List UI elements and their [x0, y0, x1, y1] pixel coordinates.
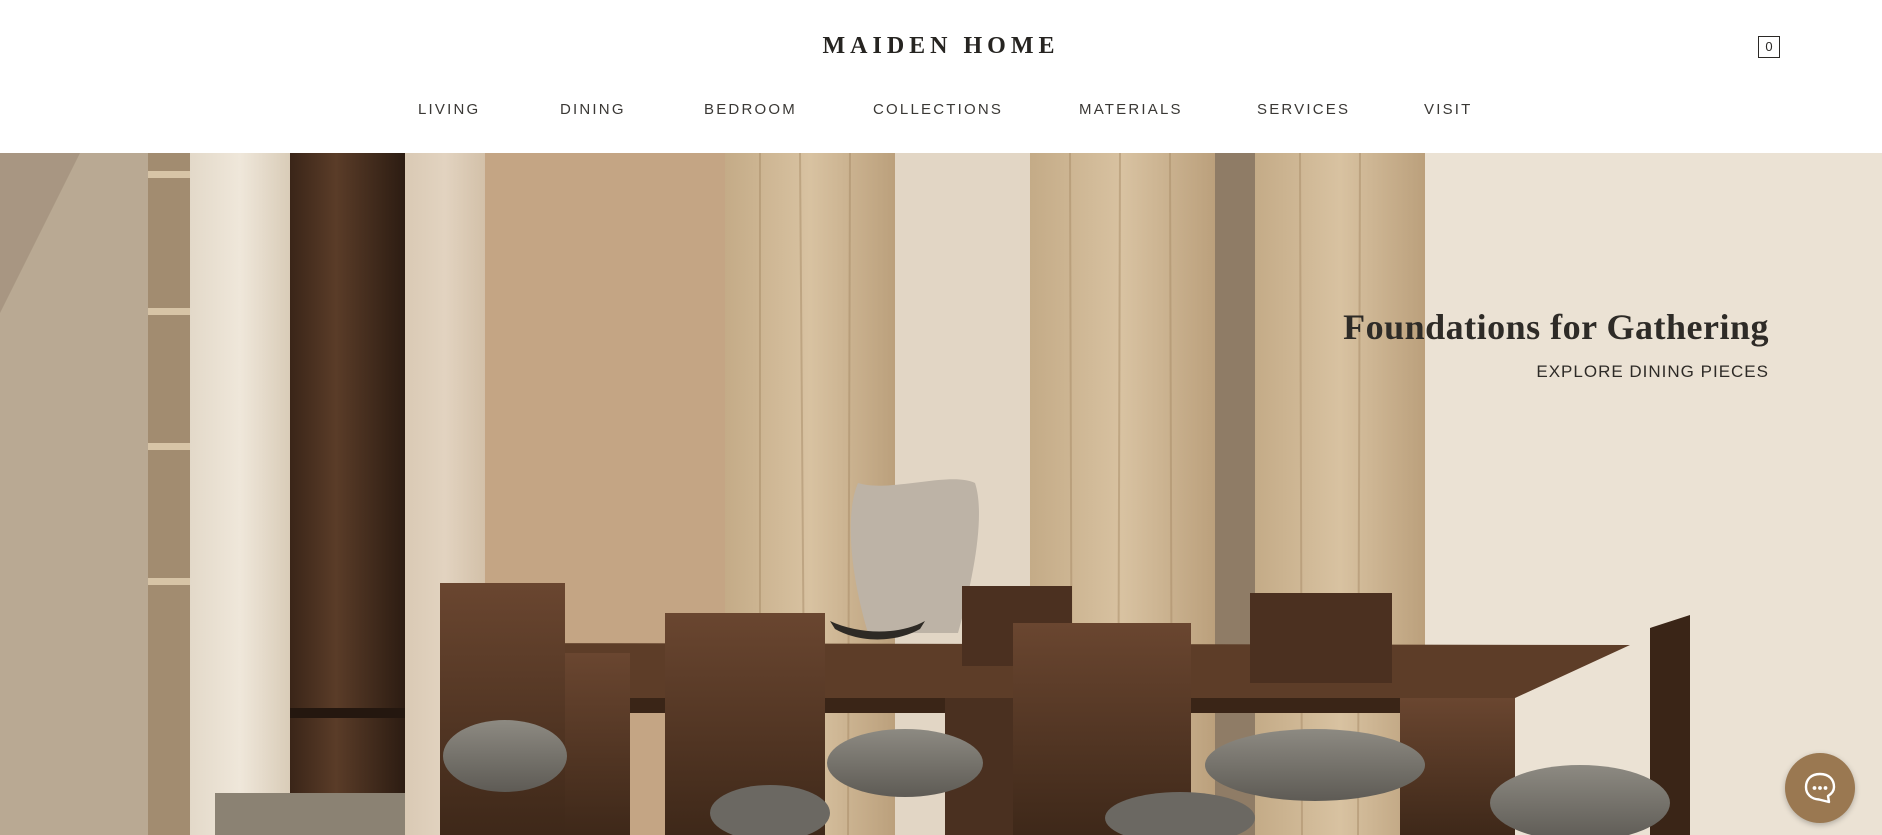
nav-item-services[interactable]: SERVICES [1257, 101, 1350, 118]
site-header: MAIDEN HOME 0 LIVING DINING BEDROOM COLL… [0, 0, 1882, 153]
site-logo[interactable]: MAIDEN HOME [0, 33, 1882, 60]
nav-item-visit[interactable]: VISIT [1424, 101, 1473, 118]
chat-bubble-icon [1804, 772, 1836, 804]
nav-item-materials[interactable]: MATERIALS [1079, 101, 1183, 118]
nav-item-bedroom[interactable]: BEDROOM [704, 101, 797, 118]
dining-room-photo [0, 153, 1882, 835]
hero-copy: Foundations for Gathering EXPLORE DINING… [1343, 306, 1769, 382]
explore-dining-link[interactable]: EXPLORE DINING PIECES [1536, 362, 1769, 382]
main-nav: LIVING DINING BEDROOM COLLECTIONS MATERI… [0, 101, 1882, 121]
nav-item-living[interactable]: LIVING [418, 101, 480, 118]
hero-title: Foundations for Gathering [1343, 307, 1769, 347]
nav-item-collections[interactable]: COLLECTIONS [873, 101, 1003, 118]
chat-button[interactable] [1785, 753, 1855, 823]
nav-item-dining[interactable]: DINING [560, 101, 626, 118]
cart-button[interactable]: 0 [1758, 36, 1780, 58]
hero-banner: Foundations for Gathering EXPLORE DINING… [0, 153, 1882, 835]
cart-count: 0 [1765, 39, 1773, 54]
